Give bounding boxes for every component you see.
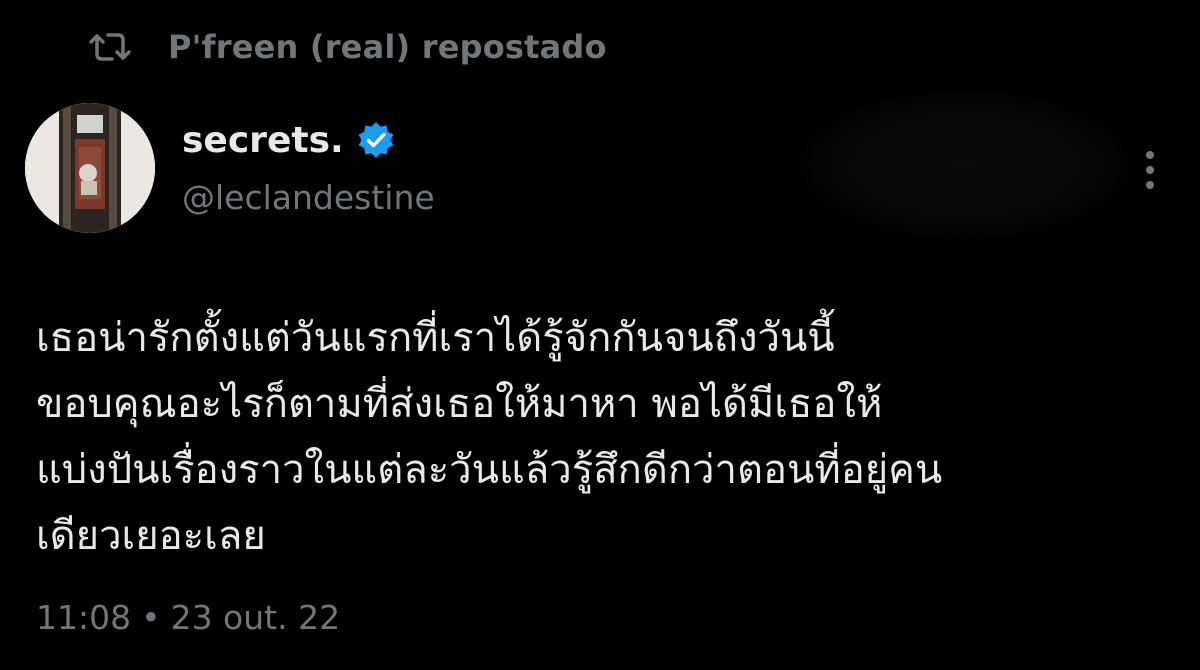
avatar-photo <box>25 103 155 233</box>
more-dot <box>1146 166 1154 174</box>
author-name-row[interactable]: secrets. <box>182 112 396 168</box>
blurred-area <box>800 90 1130 240</box>
repost-header[interactable]: P'freen (real) repostado <box>84 22 607 72</box>
tweet-line: เดียวเยอะเลย <box>36 513 266 559</box>
avatar[interactable] <box>25 103 155 233</box>
more-dot <box>1146 151 1154 159</box>
more-dot <box>1146 181 1154 189</box>
repost-icon <box>84 27 136 67</box>
author-handle[interactable]: @leclandestine <box>182 178 435 217</box>
tweet-line: เธอน่ารักตั้งแต่วันแรกที่เราได้รู้จักกัน… <box>36 315 835 361</box>
tweet-line: ขอบคุณอะไรก็ตามที่ส่งเธอให้มาหา พอได้มีเ… <box>36 381 883 427</box>
tweet-text: เธอน่ารักตั้งแต่วันแรกที่เราได้รู้จักกัน… <box>36 305 1176 569</box>
repost-label: P'freen (real) repostado <box>168 28 607 66</box>
verified-badge-icon <box>356 120 396 160</box>
tweet-date[interactable]: 23 out. 22 <box>171 598 341 637</box>
more-vertical-icon[interactable] <box>1132 140 1168 200</box>
author-display-name[interactable]: secrets. <box>182 120 344 161</box>
timestamp-separator: • <box>141 598 161 637</box>
tweet-time[interactable]: 11:08 <box>36 598 131 637</box>
tweet-timestamp[interactable]: 11:08 • 23 out. 22 <box>36 598 340 637</box>
tweet-line: แบ่งปันเรื่องราวในแต่ละวันแล้วรู้สึกดีกว… <box>36 447 943 493</box>
